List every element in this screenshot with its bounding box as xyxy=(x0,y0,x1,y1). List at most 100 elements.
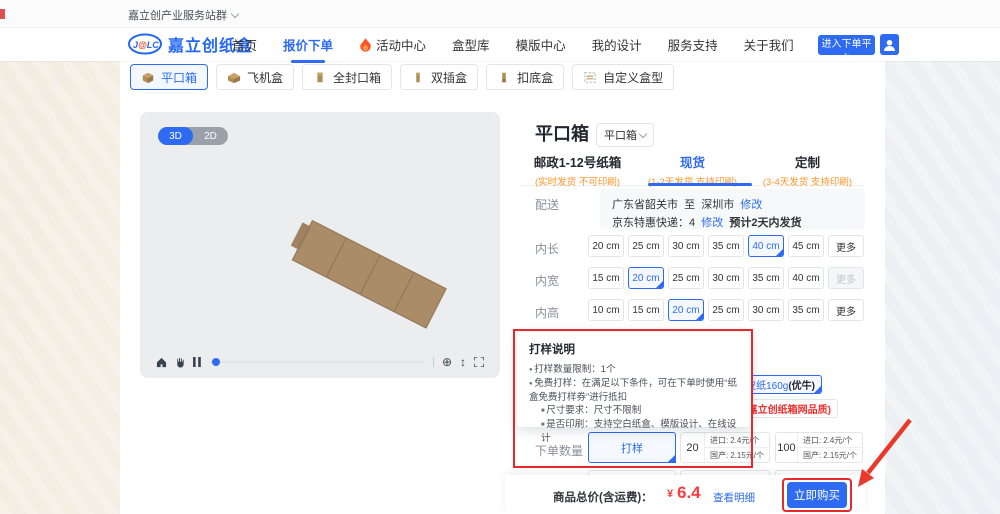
home-icon[interactable] xyxy=(156,357,167,368)
nav-item-box-library[interactable]: 盒型库 xyxy=(452,35,490,54)
globe-icon[interactable]: ⊕ xyxy=(442,356,452,368)
rotation-slider[interactable] xyxy=(209,361,425,363)
nav-item-my-designs[interactable]: 我的设计 xyxy=(592,35,642,54)
width-option[interactable]: 25 cm xyxy=(668,267,704,289)
nav-item-about[interactable]: 关于我们 xyxy=(744,35,794,54)
flame-icon xyxy=(359,38,372,52)
tooltip-line: 免费打样：在满足以下条件，可在下单时使用“纸盒免费打样券”进行抵扣 xyxy=(529,377,739,405)
tab-custom-made[interactable]: 定制 (3-4天发货 支持印刷) xyxy=(750,152,865,185)
inner-height-options: 10 cm 15 cm 20 cm✓ 25 cm 30 cm 35 cm 更多 xyxy=(588,299,864,321)
toggle-2d[interactable]: 2D xyxy=(193,127,228,145)
width-option[interactable]: 35 cm xyxy=(748,267,784,289)
box-icon xyxy=(313,71,327,84)
width-option[interactable]: 40 cm xyxy=(788,267,824,289)
modify-courier-link[interactable]: 修改 xyxy=(701,217,723,229)
svg-text:J@LC: J@LC xyxy=(133,40,159,50)
quantity-option-100[interactable]: 100 进口:2.4元/个 国产:2.15元/个 xyxy=(775,432,863,463)
box-icon xyxy=(497,71,511,84)
height-option[interactable]: 25 cm xyxy=(708,299,744,321)
length-option[interactable]: 35 cm xyxy=(708,235,744,257)
tooltip-subline: 尺寸要求：尺寸不限制 xyxy=(529,404,739,418)
box-type-select-value: 平口箱 xyxy=(604,127,637,143)
user-avatar[interactable] xyxy=(880,34,899,55)
modify-route-link[interactable]: 修改 xyxy=(740,199,762,211)
box-tab-mailer-box[interactable]: 飞机盒 xyxy=(216,64,294,90)
width-option[interactable]: 15 cm xyxy=(588,267,624,289)
box-icon xyxy=(227,71,241,84)
domestic-price: 国产:2.15元/个 xyxy=(798,447,862,462)
box-icon xyxy=(411,71,425,84)
height-more-button[interactable]: 更多 xyxy=(828,299,864,321)
total-price-value: 6.4 xyxy=(677,483,701,503)
page-title: 平口箱 xyxy=(535,120,589,146)
nav-item-quote-order[interactable]: 报价下单 xyxy=(283,35,333,54)
total-price-label: 商品总价(含运费)： xyxy=(553,489,653,505)
inner-length-label: 内长 xyxy=(535,240,559,257)
cardboard-3d-model[interactable] xyxy=(280,217,470,347)
width-more-button[interactable]: 更多 xyxy=(828,267,864,289)
nav-item-template-center[interactable]: 模版中心 xyxy=(516,35,566,54)
length-option[interactable]: 30 cm xyxy=(668,235,704,257)
shipping-label: 配送 xyxy=(535,196,559,213)
pause-icon[interactable] xyxy=(193,357,201,367)
length-option[interactable]: 45 cm xyxy=(788,235,824,257)
shipping-route: 广东省韶关市 至 深圳市 修改 xyxy=(612,196,853,212)
length-more-button[interactable]: 更多 xyxy=(828,235,864,257)
length-option[interactable]: 20 cm xyxy=(588,235,624,257)
height-option[interactable]: 35 cm xyxy=(788,299,824,321)
top-strip: 嘉立创产业服务站群 xyxy=(0,0,1000,28)
inner-width-options: 15 cm 20 cm✓ 25 cm 30 cm 35 cm 40 cm 更多 xyxy=(588,267,864,289)
tab-postal-boxes[interactable]: 邮政1-12号纸箱 (实时发货 不可印刷) xyxy=(520,152,635,185)
box-tab-full-seal-box[interactable]: 全封口箱 xyxy=(302,64,392,90)
buy-now-button[interactable]: 立即购买 xyxy=(787,482,847,508)
import-price: 进口:2.4元/个 xyxy=(798,433,862,447)
box-tab-snap-bottom-box[interactable]: 扣底盒 xyxy=(486,64,564,90)
currency-symbol: ¥ xyxy=(667,488,673,500)
updown-arrows-icon[interactable]: ↕ xyxy=(460,356,466,368)
nav-item-support[interactable]: 服务支持 xyxy=(668,35,718,54)
width-option-selected[interactable]: 20 cm✓ xyxy=(628,267,664,289)
box-tab-flat-box[interactable]: 平口箱 xyxy=(130,64,208,90)
box-icon xyxy=(141,71,155,84)
domestic-price: 国产:2.15元/个 xyxy=(705,447,769,462)
view-mode-toggle: 3D 2D xyxy=(158,127,228,145)
box-type-select[interactable]: 平口箱 xyxy=(596,123,654,147)
toggle-3d[interactable]: 3D xyxy=(158,127,193,145)
edge-marker xyxy=(0,9,5,19)
nav-item-home[interactable]: 首页 xyxy=(232,35,257,54)
check-corner-icon: ✓ xyxy=(813,385,822,394)
viewer-controls: ⊕ ↕ xyxy=(156,354,484,370)
shipping-eta: 预计2天内发货 xyxy=(729,217,801,229)
slider-handle[interactable] xyxy=(212,358,220,366)
length-option[interactable]: 25 cm xyxy=(628,235,664,257)
hand-pan-icon[interactable] xyxy=(175,357,185,368)
box-tab-double-insert-box[interactable]: 双插盒 xyxy=(400,64,478,90)
tooltip-title: 打样说明 xyxy=(529,341,739,357)
height-option-selected[interactable]: 20 cm✓ xyxy=(668,299,704,321)
box-type-tabs: 平口箱 飞机盒 全封口箱 双插盒 扣底盒 自定义盒型 xyxy=(130,64,674,90)
chevron-down-icon xyxy=(231,9,239,17)
fullscreen-icon[interactable] xyxy=(474,357,484,367)
enter-platform-button[interactable]: 进入下单平台 xyxy=(818,35,875,55)
view-detail-link[interactable]: 查看明细 xyxy=(713,490,755,505)
height-option[interactable]: 15 cm xyxy=(628,299,664,321)
nav-item-activity[interactable]: 活动中心 xyxy=(359,35,426,54)
shipping-courier: 京东特惠快递：4 修改 预计2天内发货 xyxy=(612,214,853,230)
screen: 嘉立创产业服务站群 J@LC 嘉立创纸盒 首页 报价下单 活动中心 盒型库 模版 xyxy=(0,0,1000,514)
width-option[interactable]: 30 cm xyxy=(708,267,744,289)
height-option[interactable]: 10 cm xyxy=(588,299,624,321)
box-tab-custom-box[interactable]: 自定义盒型 xyxy=(572,64,674,90)
divider xyxy=(433,357,434,367)
nav-menu: 首页 报价下单 活动中心 盒型库 模版中心 我的设计 服务支持 关于我们 xyxy=(232,28,794,61)
shipping-info-box: 广东省韶关市 至 深圳市 修改 京东特惠快递：4 修改 预计2天内发货 xyxy=(600,189,865,229)
site-group-menu[interactable]: 嘉立创产业服务站群 xyxy=(128,7,238,23)
check-corner-icon: ✓ xyxy=(775,248,784,257)
custom-box-icon xyxy=(583,71,597,84)
length-option-selected[interactable]: 40 cm✓ xyxy=(748,235,784,257)
order-summary-bar: 商品总价(含运费)： ¥ 6.4 查看明细 立即购买 xyxy=(505,475,865,514)
tab-in-stock[interactable]: 现货 (1-2天发货 支持印刷) xyxy=(635,152,750,185)
check-corner-icon: ✓ xyxy=(667,454,676,463)
navbar: J@LC 嘉立创纸盒 首页 报价下单 活动中心 盒型库 模版中心 我的设计 服务… xyxy=(0,28,1000,61)
height-option[interactable]: 30 cm xyxy=(748,299,784,321)
chevron-down-icon xyxy=(639,129,647,137)
